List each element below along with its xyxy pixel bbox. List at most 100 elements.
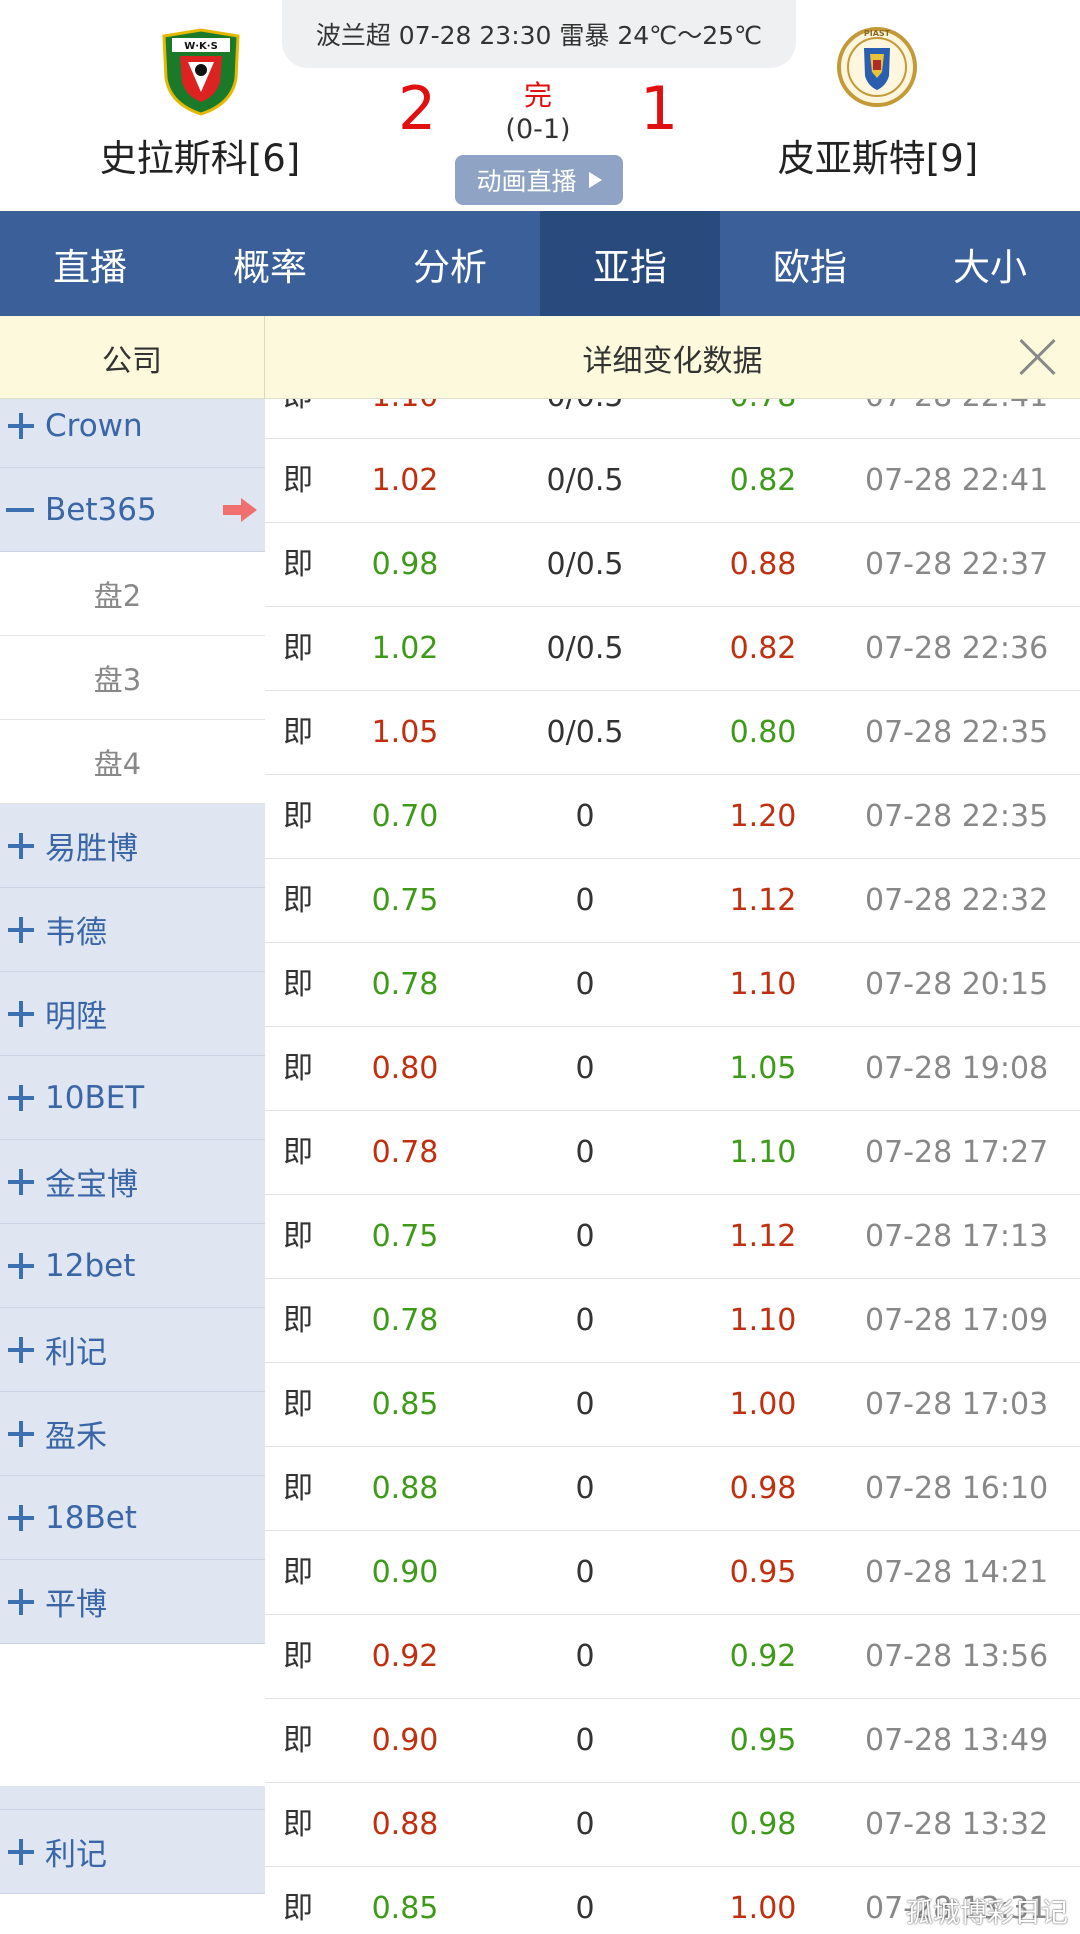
odds-type: 即	[283, 1555, 313, 1590]
sidebar-company-label: 平博	[45, 1587, 107, 1623]
sidebar-company-label: 易胜博	[45, 831, 138, 867]
home-odds: 0.70	[371, 799, 439, 834]
handicap-line: 0	[575, 1891, 595, 1926]
odds-type: 即	[283, 399, 327, 439]
change-time: 07-28 13:49	[865, 1723, 1049, 1758]
home-odds: 0.92	[371, 1639, 439, 1674]
away-odds: 0.98	[729, 1807, 797, 1842]
change-time: 07-28 22:35	[865, 799, 1049, 834]
away-odds: 0.78	[683, 399, 843, 439]
handicap-line: 0/0.5	[546, 631, 624, 666]
home-odds: 0.75	[371, 1219, 439, 1254]
away-crest-text: PIAST	[864, 29, 891, 38]
away-odds: 1.10	[729, 1135, 797, 1170]
handicap-line: 0/0.5	[546, 547, 624, 582]
sidebar-company-2[interactable]: 易胜博	[0, 804, 265, 888]
table-row: 即 0.78 0 1.10 07-28 17:09	[265, 1279, 1080, 1363]
expand-icon	[8, 413, 34, 439]
away-team-crest-icon: PIAST	[837, 27, 917, 107]
home-odds: 0.90	[371, 1555, 439, 1590]
handicap-line: 0	[575, 1471, 595, 1506]
home-team-crest-icon: W·K·S	[162, 28, 240, 116]
odds-type: 即	[283, 1471, 313, 1506]
away-odds: 0.98	[729, 1471, 797, 1506]
expand-icon	[8, 1505, 34, 1531]
home-team-name: 史拉斯科[6]	[99, 137, 301, 180]
table-row: 即 1.02 0/0.5 0.82 07-28 22:41	[265, 439, 1080, 523]
handicap-line: 0	[575, 883, 595, 918]
sidebar-sub-item-0[interactable]: 盘2	[0, 552, 265, 636]
tab-1[interactable]: 概率	[180, 211, 360, 316]
sidebar-sub-item-2[interactable]: 盘4	[0, 720, 265, 804]
match-status: 完	[523, 79, 552, 112]
tab-4[interactable]: 欧指	[720, 211, 900, 316]
handicap-line: 0	[575, 1555, 595, 1590]
sidebar-overflow-company-1[interactable]: 利记	[0, 1810, 265, 1894]
home-odds: 0.90	[371, 1723, 439, 1758]
tab-2[interactable]: 分析	[360, 211, 540, 316]
odds-type: 即	[283, 547, 313, 582]
change-time: 07-28 13:32	[865, 1807, 1049, 1842]
sidebar-company-3[interactable]: 韦德	[0, 888, 265, 972]
odds-type: 即	[283, 967, 313, 1002]
away-odds: 0.95	[729, 1555, 797, 1590]
sidebar-company-7[interactable]: 12bet	[0, 1224, 265, 1308]
tab-5[interactable]: 大小	[900, 211, 1080, 316]
sidebar-company-0[interactable]: Crown	[0, 399, 265, 468]
change-time: 07-28 17:09	[865, 1303, 1049, 1338]
odds-type: 即	[283, 631, 313, 666]
table-row: 即 0.78 0 1.10 07-28 17:27	[265, 1111, 1080, 1195]
sidebar-company-9[interactable]: 盈禾	[0, 1392, 265, 1476]
handicap-line: 0	[575, 799, 595, 834]
handicap-line: 0	[575, 1219, 595, 1254]
handicap-line: 0	[575, 1639, 595, 1674]
sidebar-company-4[interactable]: 明陞	[0, 972, 265, 1056]
home-odds: 0.80	[371, 1051, 439, 1086]
tab-3[interactable]: 亚指	[540, 211, 720, 316]
animation-live-label: 动画直播	[476, 167, 577, 196]
odds-type: 即	[283, 1723, 313, 1758]
tab-0[interactable]: 直播	[0, 211, 180, 316]
animation-live-button[interactable]: 动画直播	[455, 155, 623, 205]
away-odds: 1.20	[729, 799, 797, 834]
expand-icon	[8, 1085, 34, 1111]
sidebar-sub-item-1[interactable]: 盘3	[0, 636, 265, 720]
expand-icon	[8, 917, 34, 943]
sidebar-company-10[interactable]: 18Bet	[0, 1476, 265, 1560]
sub-header: 公司 详细变化数据	[0, 316, 1080, 399]
away-odds: 1.12	[729, 1219, 797, 1254]
home-odds: 0.78	[371, 967, 439, 1002]
sidebar-company-label: 18Bet	[45, 1499, 137, 1536]
change-time: 07-28 22:37	[865, 547, 1049, 582]
home-odds: 0.85	[371, 1387, 439, 1422]
halftime-score: (0-1)	[505, 114, 571, 145]
table-row: 即 0.90 0 0.95 07-28 14:21	[265, 1531, 1080, 1615]
handicap-line: 0	[575, 1135, 595, 1170]
away-odds: 0.82	[729, 631, 797, 666]
sidebar-company-6[interactable]: 金宝博	[0, 1140, 265, 1224]
sidebar-company-11[interactable]: 平博	[0, 1560, 265, 1644]
table-row: 即 0.75 0 1.12 07-28 22:32	[265, 859, 1080, 943]
sidebar-company-5[interactable]: 10BET	[0, 1056, 265, 1140]
change-time: 07-28 17:27	[865, 1135, 1049, 1170]
table-row: 即 0.80 0 1.05 07-28 19:08	[265, 1027, 1080, 1111]
handicap-line: 0	[575, 1051, 595, 1086]
sidebar-company-label: 韦德	[45, 915, 107, 951]
odds-type: 即	[283, 883, 313, 918]
page: 波兰超 07-28 23:30 雷暴 24℃～25℃ W·K·S PIAST 史…	[0, 0, 1080, 1934]
away-odds: 1.10	[729, 1303, 797, 1338]
handicap-line: 0	[575, 1303, 595, 1338]
close-icon[interactable]	[1016, 336, 1058, 378]
sidebar-company-label: 12bet	[45, 1247, 136, 1284]
change-time: 07-28 22:35	[865, 715, 1049, 750]
handicap-line: 0	[575, 1807, 595, 1842]
sidebar-company-1[interactable]: Bet365	[0, 468, 265, 552]
table-row: 即1.10 0/0.5 0.78 07-28 22:41	[265, 399, 1080, 439]
sidebar-company-label: 金宝博	[45, 1167, 138, 1203]
home-odds: 0.75	[371, 883, 439, 918]
match-header: 波兰超 07-28 23:30 雷暴 24℃～25℃ W·K·S PIAST 史…	[0, 0, 1080, 211]
sidebar-company-8[interactable]: 利记	[0, 1308, 265, 1392]
home-score: 2	[398, 74, 437, 144]
change-time: 07-28 22:41	[865, 463, 1049, 498]
table-row: 即 0.88 0 0.98 07-28 13:32	[265, 1783, 1080, 1867]
